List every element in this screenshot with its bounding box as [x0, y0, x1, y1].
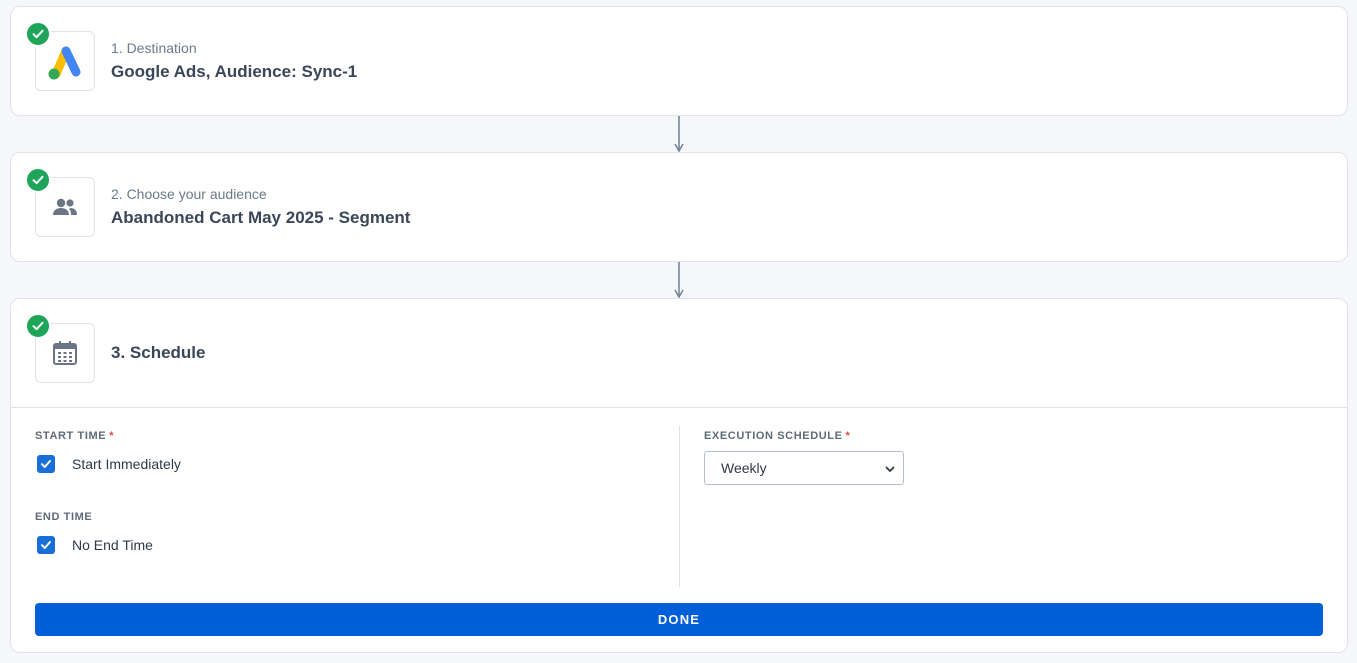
check-badge-icon — [25, 167, 51, 193]
sync-setup-page: 1. Destination Google Ads, Audience: Syn… — [0, 0, 1357, 663]
schedule-step-card: 3. Schedule START TIME * Start Immediatel… — [10, 298, 1348, 653]
required-marker: * — [845, 430, 851, 442]
required-marker: * — [109, 430, 115, 442]
column-divider — [679, 426, 680, 587]
step-subtitle: 1. Destination — [111, 40, 197, 56]
start-time-label: START TIME * — [35, 430, 114, 442]
start-time-label-text: START TIME — [35, 430, 107, 442]
audience-step-header: 2. Choose your audience Abandoned Cart M… — [11, 153, 1347, 261]
done-button[interactable]: DONE — [35, 603, 1323, 636]
execution-schedule-value: Weekly — [721, 460, 767, 476]
check-badge-icon — [25, 313, 51, 339]
execution-schedule-select[interactable]: Weekly — [704, 451, 904, 485]
end-time-label-text: END TIME — [35, 511, 93, 523]
section-divider — [11, 407, 1347, 408]
audience-step-card[interactable]: 2. Choose your audience Abandoned Cart M… — [10, 152, 1348, 262]
start-immediately-checkbox[interactable] — [37, 455, 55, 473]
end-time-label: END TIME — [35, 511, 92, 523]
step-connector-arrow — [674, 262, 684, 298]
destination-step-card[interactable]: 1. Destination Google Ads, Audience: Syn… — [10, 6, 1348, 116]
step-title: Google Ads, Audience: Sync-1 — [111, 62, 358, 81]
execution-schedule-label-text: EXECUTION SCHEDULE — [704, 430, 843, 442]
destination-step-header: 1. Destination Google Ads, Audience: Syn… — [11, 7, 1347, 115]
no-end-time-label: No End Time — [72, 537, 153, 553]
no-end-time-checkbox-row[interactable]: No End Time — [37, 536, 153, 554]
step-connector-arrow — [674, 116, 684, 152]
step-subtitle: 2. Choose your audience — [111, 186, 267, 202]
execution-schedule-label: EXECUTION SCHEDULE * — [704, 430, 850, 442]
no-end-time-checkbox[interactable] — [37, 536, 55, 554]
start-immediately-label: Start Immediately — [72, 456, 181, 472]
chevron-down-icon — [885, 460, 895, 476]
step-title: Abandoned Cart May 2025 - Segment — [111, 208, 411, 227]
schedule-step-header: 3. Schedule — [11, 299, 1347, 407]
step-title: 3. Schedule — [111, 343, 206, 362]
check-badge-icon — [25, 21, 51, 47]
start-immediately-checkbox-row[interactable]: Start Immediately — [37, 455, 181, 473]
